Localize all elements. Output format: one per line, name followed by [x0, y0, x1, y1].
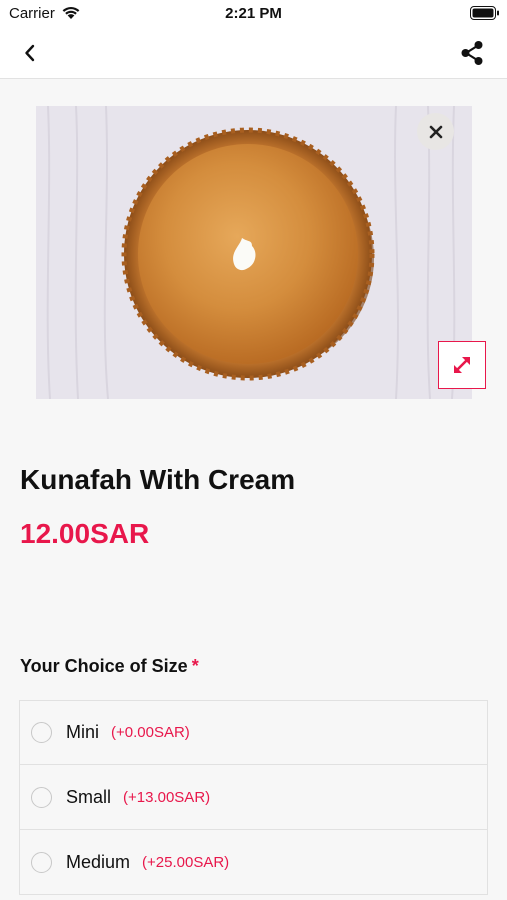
product-title: Kunafah With Cream	[20, 464, 296, 495]
size-section-label: Your Choice of Size	[20, 656, 188, 676]
clock-label: 2:21 PM	[225, 5, 282, 22]
radio-button[interactable]	[31, 786, 52, 808]
status-bar: Carrier 2:21 PM	[0, 0, 507, 28]
expand-image-button[interactable]	[438, 341, 486, 389]
option-price: (+25.00SAR)	[142, 853, 230, 871]
size-option-small[interactable]: Small (+13.00SAR)	[19, 765, 488, 830]
back-button[interactable]	[18, 40, 44, 66]
option-name: Medium	[66, 851, 131, 872]
share-button[interactable]	[458, 39, 486, 67]
battery-icon	[470, 6, 500, 26]
radio-button[interactable]	[31, 722, 52, 743]
share-icon	[461, 41, 483, 65]
size-section-heading: Your Choice of Size *	[20, 656, 199, 677]
radio-button[interactable]	[31, 851, 52, 873]
close-image-button[interactable]	[417, 113, 454, 150]
chevron-left-icon	[25, 44, 35, 62]
required-marker: *	[191, 656, 199, 676]
option-price: (+0.00SAR)	[111, 724, 190, 741]
size-option-medium[interactable]: Medium (+25.00SAR)	[19, 830, 488, 895]
option-name: Small	[66, 786, 112, 807]
option-price: (+13.00SAR)	[123, 788, 211, 806]
navigation-bar	[0, 28, 507, 79]
option-name: Mini	[66, 722, 100, 742]
product-price: 12.00SAR	[20, 518, 150, 549]
size-options-list: Mini (+0.00SAR) Small (+13.00SAR) Medium…	[19, 700, 488, 895]
size-option-mini[interactable]: Mini (+0.00SAR)	[19, 700, 488, 765]
close-icon	[429, 125, 442, 138]
product-image	[36, 106, 472, 399]
expand-arrows-icon	[454, 357, 470, 373]
